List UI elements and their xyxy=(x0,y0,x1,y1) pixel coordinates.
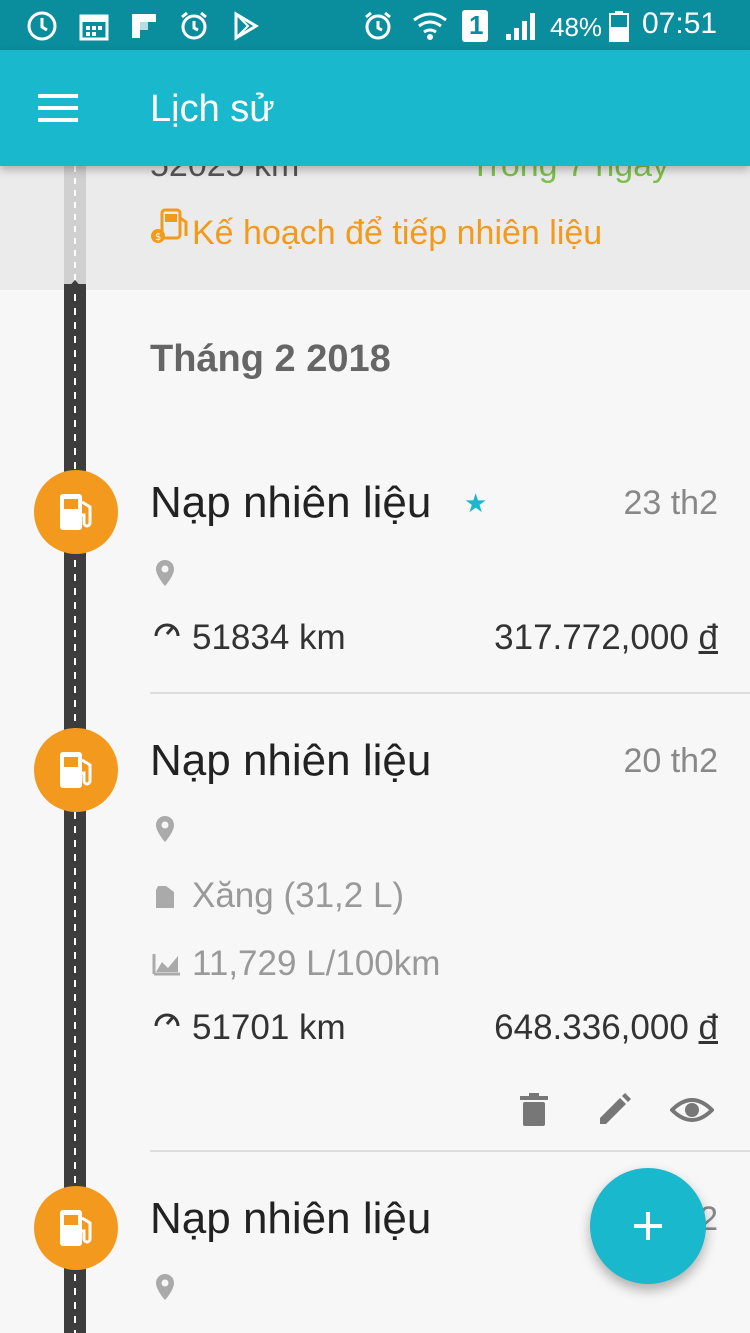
plan-odometer: 52025 km xyxy=(150,166,299,185)
fuel-pump-icon xyxy=(34,728,118,812)
status-bar: 1 48% 07:51 xyxy=(0,0,750,50)
speedometer-icon xyxy=(154,623,180,637)
price-value: 648.336,000 đ xyxy=(494,1008,718,1048)
sim-icon: 1 xyxy=(462,10,488,42)
add-entry-button[interactable] xyxy=(590,1168,706,1284)
plus-icon xyxy=(634,1212,662,1240)
price-value: 317.772,000 đ xyxy=(494,618,718,658)
speedometer-icon xyxy=(154,1013,180,1027)
sim-number: 1 xyxy=(469,10,484,40)
battery-icon xyxy=(609,11,629,42)
area-chart-icon xyxy=(152,954,180,976)
wifi-icon xyxy=(413,12,447,40)
consumption-value: 11,729 L/100km xyxy=(192,944,441,983)
odometer-value: 51834 km xyxy=(192,618,346,657)
hamburger-icon[interactable] xyxy=(38,88,78,128)
plan-when: Trong 7 ngày xyxy=(470,166,669,185)
divider xyxy=(150,692,750,694)
refuel-plan-card[interactable]: 52025 km Trong 7 ngày $ Kế hoạch để tiếp… xyxy=(0,166,750,290)
alarm-icon xyxy=(181,11,207,40)
location-pin-icon xyxy=(156,816,174,842)
trash-icon[interactable] xyxy=(514,1090,554,1130)
odometer-value: 51701 km xyxy=(192,1008,346,1047)
signal-icon xyxy=(506,13,535,40)
star-icon: ★ xyxy=(464,488,488,518)
price-amount: 317.772,000 xyxy=(494,618,689,657)
month-header: Tháng 2 2018 xyxy=(150,338,391,380)
location-pin-icon xyxy=(156,1274,174,1300)
battery-percent: 48% xyxy=(550,12,603,42)
play-store-icon xyxy=(234,11,259,41)
app-bar: Lịch sử xyxy=(0,50,750,166)
fuel-can-icon xyxy=(156,886,174,908)
plan-refuel-link[interactable]: Kế hoạch để tiếp nhiên liệu xyxy=(192,214,602,253)
entry-title[interactable]: Nạp nhiên liệu xyxy=(150,736,431,786)
calendar-icon xyxy=(79,14,109,41)
location-pin-icon xyxy=(156,560,174,586)
fuel-pump-icon xyxy=(34,470,118,554)
fuel-plan-icon: $ xyxy=(151,208,188,243)
flipboard-icon xyxy=(132,14,156,38)
fuel-pump-icon xyxy=(34,1186,118,1270)
alarm-icon xyxy=(365,11,391,40)
price-amount: 648.336,000 xyxy=(494,1008,689,1047)
pencil-icon[interactable] xyxy=(594,1090,634,1130)
sync-icon xyxy=(27,11,57,41)
eye-icon[interactable] xyxy=(670,1090,714,1130)
fuel-type-value: Xăng (31,2 L) xyxy=(192,876,405,915)
divider xyxy=(150,1150,750,1152)
timeline-road-future xyxy=(64,166,86,284)
entry-date: 20 th2 xyxy=(623,742,718,780)
entry-title[interactable]: Nạp nhiên liệu xyxy=(150,478,431,528)
entry-title[interactable]: Nạp nhiên liệu xyxy=(150,1194,431,1244)
price-currency: đ xyxy=(698,618,718,657)
entry-date: 23 th2 xyxy=(623,484,718,522)
page-title: Lịch sử xyxy=(150,88,275,130)
price-currency: đ xyxy=(698,1008,718,1047)
clock: 07:51 xyxy=(642,7,718,40)
svg-text:$: $ xyxy=(155,232,161,243)
